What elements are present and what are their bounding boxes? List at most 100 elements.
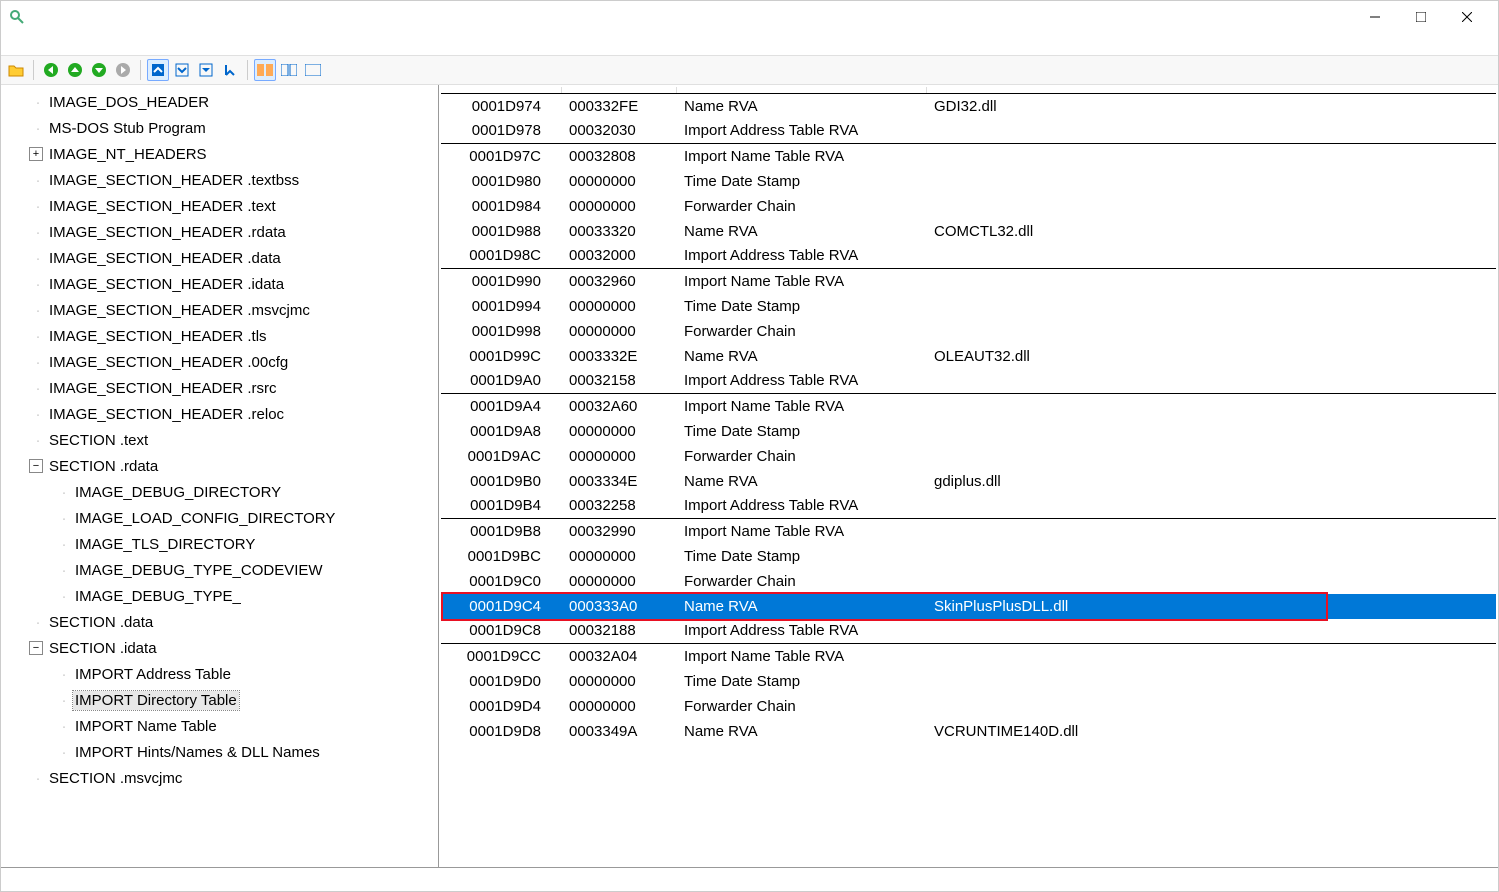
nav-first-icon[interactable] [40,59,62,81]
cell-pFile: 0001D9B8 [441,519,561,544]
tree-node[interactable]: ·IMPORT Address Table [7,661,436,687]
menu-goto[interactable] [49,42,69,46]
tree-node[interactable]: ·IMAGE_SECTION_HEADER .rdata [7,219,436,245]
table-row[interactable]: 0001D9A800000000Time Date Stamp [441,419,1496,444]
tree-node[interactable]: ·IMAGE_LOAD_CONFIG_DIRECTORY [7,505,436,531]
tree-node[interactable]: ·IMAGE_SECTION_HEADER .tls [7,323,436,349]
tree-toggle-icon[interactable]: − [29,641,43,655]
open-icon[interactable] [5,59,27,81]
col-header-description[interactable] [676,87,926,94]
tree-node[interactable]: ·MS-DOS Stub Program [7,115,436,141]
table-row[interactable]: 0001D98800033320Name RVACOMCTL32.dll [441,219,1496,244]
tree-node[interactable]: ·IMAGE_DEBUG_DIRECTORY [7,479,436,505]
tree-node[interactable]: ·IMAGE_DEBUG_TYPE_CODEVIEW [7,557,436,583]
nav-last-icon[interactable] [112,59,134,81]
table-row[interactable]: 0001D97800032030Import Address Table RVA [441,119,1496,144]
table-row[interactable]: 0001D98C00032000Import Address Table RVA [441,244,1496,269]
tree-leaf-icon: · [29,432,47,449]
view-mode2-icon[interactable] [171,59,193,81]
tree-label: MS-DOS Stub Program [47,119,208,138]
table-row[interactable]: 0001D99C0003332EName RVAOLEAUT32.dll [441,344,1496,369]
cell-value [926,169,1496,194]
tree-node[interactable]: ·SECTION .data [7,609,436,635]
tree-node[interactable]: ·SECTION .text [7,427,436,453]
cell-data: 00000000 [561,544,676,569]
table-pane: 0001D974000332FEName RVAGDI32.dll0001D97… [439,85,1498,867]
tree-node[interactable]: ·IMAGE_SECTION_HEADER .msvcjmc [7,297,436,323]
table-row[interactable]: 0001D97C00032808Import Name Table RVA [441,144,1496,169]
nav-down-icon[interactable] [88,59,110,81]
table-row[interactable]: 0001D974000332FEName RVAGDI32.dll [441,94,1496,119]
cell-data: 00000000 [561,294,676,319]
tree-node[interactable]: ·IMAGE_SECTION_HEADER .textbss [7,167,436,193]
table-row[interactable]: 0001D9BC00000000Time Date Stamp [441,544,1496,569]
table-row[interactable]: 0001D9D80003349AName RVAVCRUNTIME140D.dl… [441,719,1496,744]
tree-label: IMAGE_SECTION_HEADER .text [47,197,278,216]
titlebar [1,1,1498,33]
table-row[interactable]: 0001D9C4000333A0Name RVASkinPlusPlusDLL.… [441,594,1496,619]
table-row[interactable]: 0001D9C800032188Import Address Table RVA [441,619,1496,644]
tree-node[interactable]: ·IMAGE_SECTION_HEADER .00cfg [7,349,436,375]
tree-node[interactable]: ·IMAGE_SECTION_HEADER .data [7,245,436,271]
nav-up-icon[interactable] [64,59,86,81]
layout-1-icon[interactable] [254,59,276,81]
table-row[interactable]: 0001D9C000000000Forwarder Chain [441,569,1496,594]
table-row[interactable]: 0001D9A000032158Import Address Table RVA [441,369,1496,394]
close-button[interactable] [1444,2,1490,32]
tree-label: IMAGE_TLS_DIRECTORY [73,535,257,554]
view-mode1-icon[interactable] [147,59,169,81]
cell-pFile: 0001D980 [441,169,561,194]
tree-node[interactable]: ·IMAGE_SECTION_HEADER .rsrc [7,375,436,401]
table-row[interactable]: 0001D9B00003334EName RVAgdiplus.dll [441,469,1496,494]
tree-toggle-icon[interactable]: − [29,459,43,473]
table-view[interactable]: 0001D974000332FEName RVAGDI32.dll0001D97… [441,87,1496,865]
tree-node[interactable]: ·IMPORT Name Table [7,713,436,739]
table-row[interactable]: 0001D99000032960Import Name Table RVA [441,269,1496,294]
tree-node[interactable]: ·IMAGE_DOS_HEADER [7,89,436,115]
cell-value: SkinPlusPlusDLL.dll [926,594,1496,619]
col-header-pfile[interactable] [441,87,561,94]
view-mode3-icon[interactable] [195,59,217,81]
tree-node[interactable]: ·SECTION .msvcjmc [7,765,436,791]
tree-view[interactable]: ·IMAGE_DOS_HEADER·MS-DOS Stub Program+IM… [3,87,436,865]
table-row[interactable]: 0001D9D400000000Forwarder Chain [441,694,1496,719]
table-row[interactable]: 0001D9AC00000000Forwarder Chain [441,444,1496,469]
table-row[interactable]: 0001D9A400032A60Import Name Table RVA [441,394,1496,419]
tree-label: SECTION .data [47,613,155,632]
maximize-button[interactable] [1398,2,1444,32]
tree-node[interactable]: ·IMAGE_SECTION_HEADER .idata [7,271,436,297]
tree-node[interactable]: ·IMAGE_TLS_DIRECTORY [7,531,436,557]
table-row[interactable]: 0001D98400000000Forwarder Chain [441,194,1496,219]
layout-2-icon[interactable] [278,59,300,81]
tree-node[interactable]: ·IMAGE_SECTION_HEADER .reloc [7,401,436,427]
menu-file[interactable] [9,42,29,46]
tree-node[interactable]: ·IMAGE_SECTION_HEADER .text [7,193,436,219]
table-row[interactable]: 0001D9B800032990Import Name Table RVA [441,519,1496,544]
cell-pFile: 0001D9B4 [441,494,561,519]
table-row[interactable]: 0001D9B400032258Import Address Table RVA [441,494,1496,519]
tree-node[interactable]: ·IMPORT Hints/Names & DLL Names [7,739,436,765]
table-row[interactable]: 0001D99800000000Forwarder Chain [441,319,1496,344]
table-row[interactable]: 0001D9D000000000Time Date Stamp [441,669,1496,694]
tree-toggle-icon[interactable]: + [29,147,43,161]
minimize-button[interactable] [1352,2,1398,32]
view-mode4-icon[interactable] [219,59,241,81]
table-row[interactable]: 0001D9CC00032A04Import Name Table RVA [441,644,1496,669]
tree-node[interactable]: ·IMAGE_DEBUG_TYPE_ [7,583,436,609]
cell-data: 00000000 [561,169,676,194]
menu-help[interactable] [69,42,89,46]
cell-value [926,619,1496,644]
table-row[interactable]: 0001D98000000000Time Date Stamp [441,169,1496,194]
cell-pFile: 0001D9A4 [441,394,561,419]
table-row[interactable]: 0001D99400000000Time Date Stamp [441,294,1496,319]
tree-node[interactable]: ·IMPORT Directory Table [7,687,436,713]
tree-node[interactable]: −SECTION .rdata [7,453,436,479]
menu-view[interactable] [29,42,49,46]
layout-3-icon[interactable] [302,59,324,81]
cell-pFile: 0001D9BC [441,544,561,569]
tree-node[interactable]: +IMAGE_NT_HEADERS [7,141,436,167]
tree-node[interactable]: −SECTION .idata [7,635,436,661]
col-header-value[interactable] [926,87,1496,94]
cell-value: OLEAUT32.dll [926,344,1496,369]
col-header-data[interactable] [561,87,676,94]
